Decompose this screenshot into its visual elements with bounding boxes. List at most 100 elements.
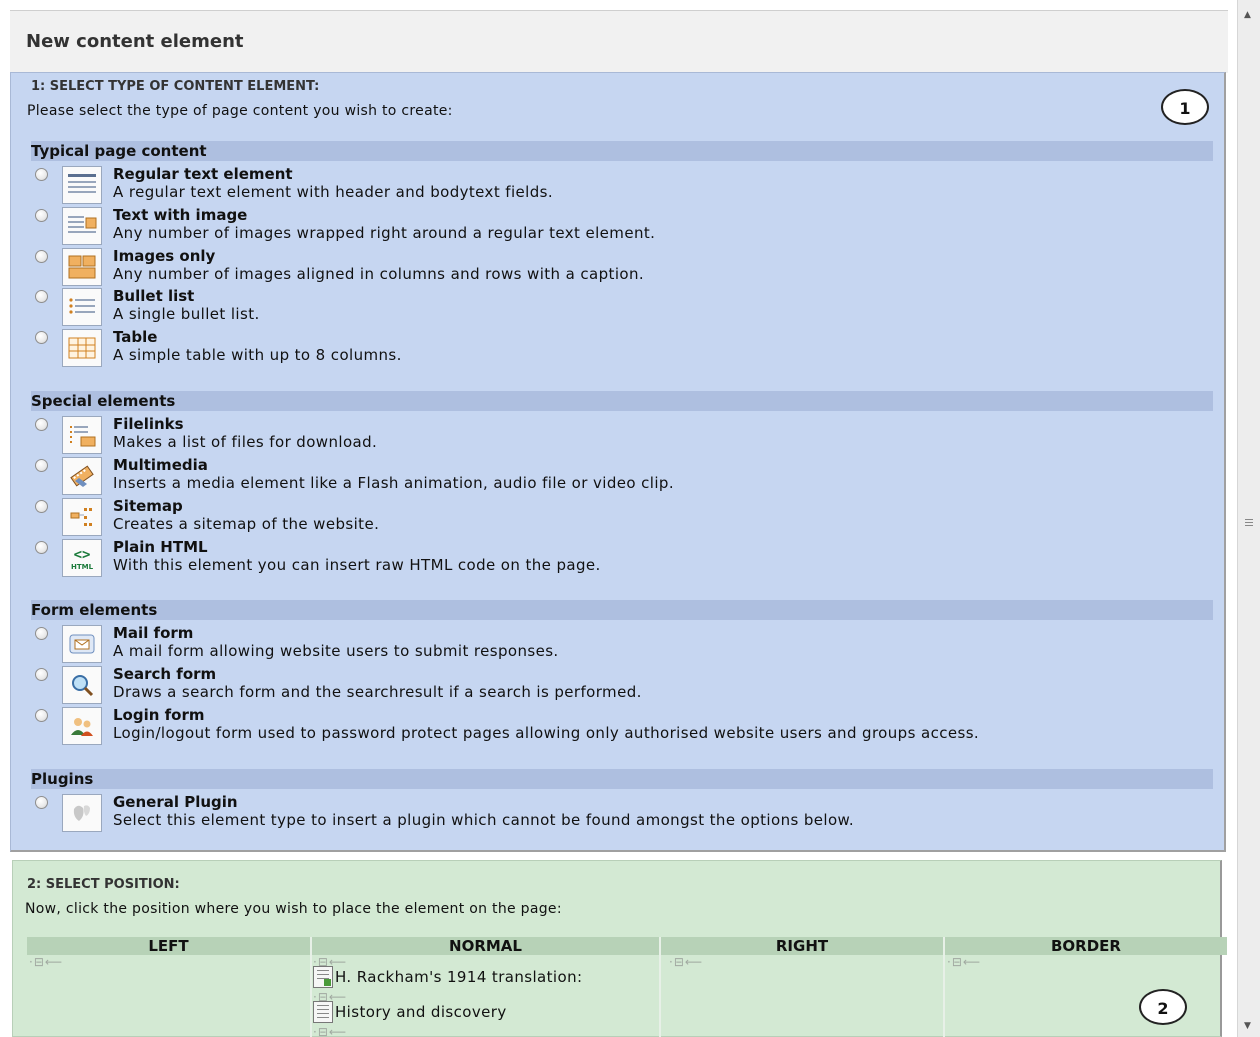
scroll-up-arrow-icon[interactable]: ▲ (1244, 10, 1251, 20)
ce-option-search-form[interactable]: Search form Draws a search form and the … (31, 665, 1221, 706)
content-item[interactable]: History and discovery (313, 1001, 507, 1023)
text-image-doc-icon (313, 966, 333, 988)
radio-button[interactable] (35, 250, 48, 263)
ce-title[interactable]: Text with image (113, 206, 247, 224)
html-icon[interactable]: <> HTML (62, 539, 102, 577)
radio-button[interactable] (35, 459, 48, 472)
ce-option-text-with-image[interactable]: Text with image Any number of images wra… (31, 206, 1221, 247)
column-separator (310, 937, 312, 1037)
vertical-scrollbar[interactable]: ▲ ▼ (1237, 0, 1260, 1037)
scroll-grip-icon[interactable] (1245, 519, 1253, 528)
bullet-list-icon[interactable] (62, 288, 102, 326)
login-icon[interactable] (62, 707, 102, 745)
ce-option-login-form[interactable]: Login form Login/logout form used to pas… (31, 706, 1221, 747)
ce-option-regular-text[interactable]: Regular text element A regular text elem… (31, 165, 1221, 206)
text-icon[interactable] (62, 166, 102, 204)
select-type-section: 1: SELECT TYPE OF CONTENT ELEMENT: Pleas… (10, 72, 1226, 852)
group-header-form: Form elements (31, 600, 1213, 620)
ce-title[interactable]: Sitemap (113, 497, 183, 515)
column-left-header: LEFT (27, 937, 310, 955)
radio-button[interactable] (35, 709, 48, 722)
column-normal-header: NORMAL (312, 937, 659, 955)
ce-desc: A simple table with up to 8 columns. (113, 346, 402, 364)
text-image-icon[interactable] (62, 207, 102, 245)
ce-desc: A single bullet list. (113, 305, 260, 323)
ce-desc: Creates a sitemap of the website. (113, 515, 380, 533)
ce-option-general-plugin[interactable]: General Plugin Select this element type … (31, 793, 1221, 834)
ce-desc: Login/logout form used to password prote… (113, 724, 980, 742)
scroll-down-arrow-icon[interactable]: ▼ (1244, 1021, 1251, 1031)
radio-button[interactable] (35, 418, 48, 431)
mail-icon[interactable] (62, 625, 102, 663)
content-item-label[interactable]: History and discovery (335, 1003, 507, 1021)
radio-button[interactable] (35, 168, 48, 181)
text-doc-icon (313, 1001, 333, 1023)
ce-option-mail-form[interactable]: Mail form A mail form allowing website u… (31, 624, 1221, 665)
ce-desc: Makes a list of files for download. (113, 433, 378, 451)
column-border-header: BORDER (945, 937, 1227, 955)
radio-button[interactable] (35, 331, 48, 344)
page-title: New content element (26, 31, 244, 52)
group-header-special: Special elements (31, 391, 1213, 411)
ce-title[interactable]: Login form (113, 706, 205, 724)
new-content-element-page: New content element 1: SELECT TYPE OF CO… (0, 0, 1260, 1037)
filelinks-icon[interactable] (62, 416, 102, 454)
title-bar: New content element (10, 10, 1228, 73)
radio-button[interactable] (35, 290, 48, 303)
paste-here-icon[interactable]: ·⊟⟵ (29, 955, 63, 969)
select-position-section: 2: SELECT POSITION: Now, click the posit… (12, 860, 1227, 1037)
ce-option-table[interactable]: Table A simple table with up to 8 column… (31, 328, 1221, 369)
paste-here-icon[interactable]: ·⊟⟵ (313, 1025, 347, 1037)
column-separator (943, 937, 945, 1037)
ce-desc: A mail form allowing website users to su… (113, 642, 559, 660)
ce-title[interactable]: Filelinks (113, 415, 184, 433)
ce-option-sitemap[interactable]: Sitemap Creates a sitemap of the website… (31, 497, 1221, 538)
ce-desc: Draws a search form and the searchresult… (113, 683, 642, 701)
step-badge-2: 2 (1139, 989, 1187, 1025)
ce-desc: Any number of images aligned in columns … (113, 265, 645, 283)
radio-button[interactable] (35, 627, 48, 640)
table-icon[interactable] (62, 329, 102, 367)
ce-title[interactable]: Mail form (113, 624, 193, 642)
content-item[interactable]: H. Rackham's 1914 translation: (313, 966, 582, 988)
sitemap-icon[interactable] (62, 498, 102, 536)
step-badge-1: 1 (1161, 89, 1209, 125)
radio-button[interactable] (35, 209, 48, 222)
svg-text:<>: <> (74, 547, 91, 563)
ce-title[interactable]: General Plugin (113, 793, 238, 811)
ce-title[interactable]: Table (113, 328, 157, 346)
radio-button[interactable] (35, 796, 48, 809)
ce-desc: A regular text element with header and b… (113, 183, 554, 201)
ce-title[interactable]: Images only (113, 247, 215, 265)
section2-intro: Now, click the position where you wish t… (25, 901, 562, 917)
paste-here-icon[interactable]: ·⊟⟵ (669, 955, 703, 969)
ce-option-images-only[interactable]: Images only Any number of images aligned… (31, 247, 1221, 288)
ce-title[interactable]: Bullet list (113, 287, 194, 305)
ce-option-bullet-list[interactable]: Bullet list A single bullet list. (31, 287, 1221, 328)
ce-option-plain-html[interactable]: <> HTML Plain HTML With this element you … (31, 538, 1221, 579)
radio-button[interactable] (35, 500, 48, 513)
group-header-typical: Typical page content (31, 141, 1213, 161)
ce-title[interactable]: Multimedia (113, 456, 208, 474)
section1-heading: 1: SELECT TYPE OF CONTENT ELEMENT: (31, 79, 320, 94)
radio-button[interactable] (35, 541, 48, 554)
content-item-label[interactable]: H. Rackham's 1914 translation: (335, 968, 582, 986)
ce-desc: Inserts a media element like a Flash ani… (113, 474, 675, 492)
column-separator (659, 937, 661, 1037)
group-header-plugins: Plugins (31, 769, 1213, 789)
ce-title[interactable]: Plain HTML (113, 538, 208, 556)
ce-option-filelinks[interactable]: Filelinks Makes a list of files for down… (31, 415, 1221, 456)
ce-title[interactable]: Search form (113, 665, 216, 683)
ce-title[interactable]: Regular text element (113, 165, 293, 183)
images-icon[interactable] (62, 248, 102, 286)
column-right-header: RIGHT (661, 937, 943, 955)
section1-intro: Please select the type of page content y… (27, 103, 453, 119)
ce-desc: Select this element type to insert a plu… (113, 811, 855, 829)
plugin-icon[interactable] (62, 794, 102, 832)
ce-option-multimedia[interactable]: Multimedia Inserts a media element like … (31, 456, 1221, 497)
ce-desc: Any number of images wrapped right aroun… (113, 224, 656, 242)
paste-here-icon[interactable]: ·⊟⟵ (947, 955, 981, 969)
radio-button[interactable] (35, 668, 48, 681)
multimedia-icon[interactable] (62, 457, 102, 495)
search-icon[interactable] (62, 666, 102, 704)
